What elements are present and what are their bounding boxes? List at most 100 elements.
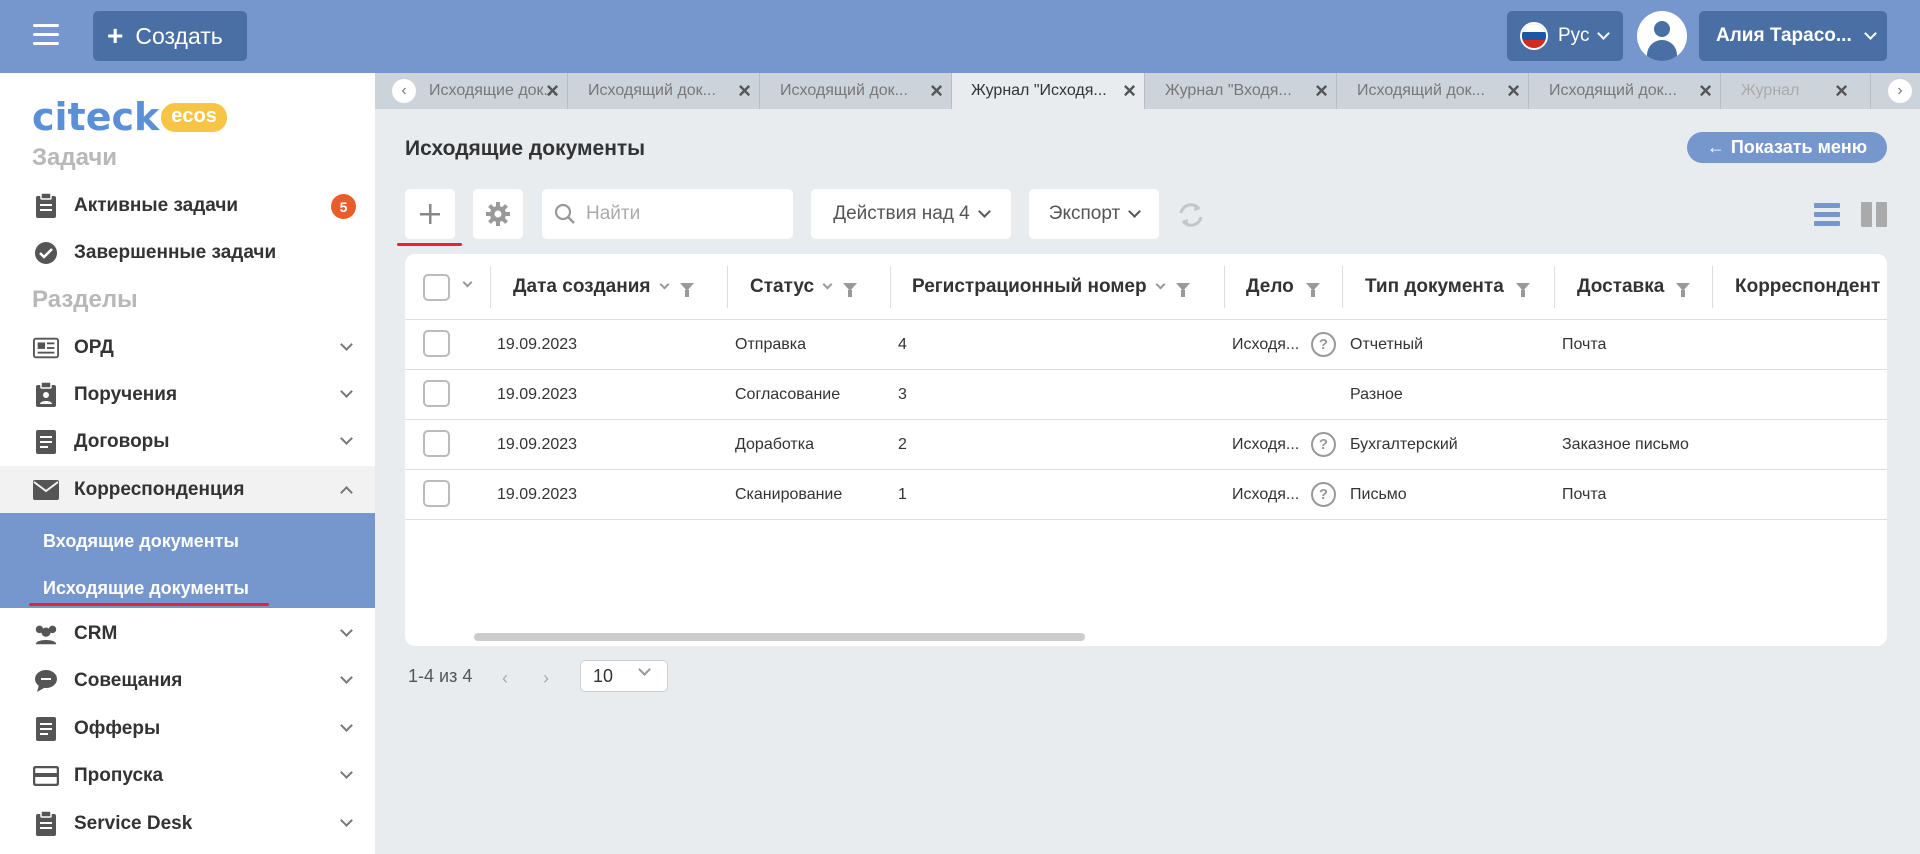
next-page-icon[interactable]: › [543, 668, 549, 689]
column-header-doc-type[interactable]: Тип документа [1365, 276, 1530, 298]
filter-icon[interactable] [843, 283, 858, 297]
row-checkbox[interactable] [423, 380, 450, 407]
sidebar-item-ord[interactable]: ОРД [0, 324, 375, 371]
sidebar-item-active-tasks[interactable]: Активные задачи 5 [0, 182, 375, 229]
active-underline [397, 243, 462, 246]
close-icon[interactable]: × [546, 80, 559, 102]
chevron-down-icon[interactable] [462, 277, 473, 288]
close-icon[interactable]: × [930, 80, 943, 102]
tab-item[interactable]: Исходящий док... × [568, 73, 760, 109]
horizontal-scrollbar[interactable] [474, 633, 1085, 641]
language-label: Рус [1558, 25, 1590, 46]
filter-icon[interactable] [1676, 283, 1691, 297]
sidebar-item-contracts[interactable]: Договоры [0, 418, 375, 465]
pagination-range: 1-4 из 4 [408, 666, 473, 686]
close-icon[interactable]: × [1507, 80, 1520, 102]
language-selector[interactable]: Рус [1507, 11, 1623, 61]
avatar[interactable] [1637, 11, 1687, 61]
sidebar-item-meetings[interactable]: Совещания [0, 657, 375, 704]
column-header-status[interactable]: Статус [750, 276, 858, 298]
sidebar-item-crm[interactable]: CRM [0, 610, 375, 657]
row-checkbox[interactable] [423, 480, 450, 507]
cell-status: Доработка [735, 436, 814, 453]
row-checkbox[interactable] [423, 330, 450, 357]
cell-date: 19.09.2023 [497, 386, 578, 403]
chevron-down-icon [822, 279, 833, 290]
arrow-left-icon: ← [1706, 137, 1725, 157]
tab-bar: Исходящие док... × Исходящий док... × Исхо… [375, 73, 1920, 109]
logo[interactable]: citeck ecos [32, 95, 227, 139]
sidebar-item-correspondence[interactable]: Корреспонденция [0, 466, 375, 513]
help-icon[interactable]: ? [1311, 432, 1336, 457]
column-header-label: Корреспондент [1735, 276, 1881, 297]
user-menu-button[interactable]: Алия Тарасо... [1699, 11, 1887, 61]
actions-dropdown[interactable]: Действия над 4 [811, 189, 1011, 239]
sidebar-item-completed-tasks[interactable]: Завершенные задачи [0, 229, 375, 276]
cell-doc-type: Письмо [1350, 486, 1407, 503]
cell-case: Исходя... [1232, 436, 1300, 453]
help-icon[interactable]: ? [1311, 332, 1336, 357]
column-separator [1224, 266, 1225, 308]
tab-item[interactable]: Исходящий док... × [1337, 73, 1529, 109]
settings-button[interactable] [473, 189, 523, 239]
menu-icon[interactable] [33, 24, 59, 46]
tab-item-active[interactable]: Журнал "Исходя... × [952, 73, 1145, 109]
refresh-icon[interactable] [1177, 201, 1205, 229]
top-bar: + Создать Рус Алия Тарасо... [0, 0, 1920, 73]
plus-icon [420, 204, 440, 224]
submenu-item-incoming[interactable]: Входящие документы [43, 531, 239, 552]
table-row[interactable]: 19.09.2023 Доработка 2 Исходя... ? Бухга… [405, 420, 1887, 470]
tabs-scroll-left-icon[interactable]: ‹ [392, 79, 416, 103]
column-header-reg-number[interactable]: Регистрационный номер [912, 276, 1190, 298]
add-record-button[interactable] [405, 189, 455, 239]
table-row[interactable]: 19.09.2023 Согласование 3 Разное [405, 370, 1887, 420]
close-icon[interactable]: × [1699, 80, 1712, 102]
show-menu-button[interactable]: ← Показать меню [1687, 132, 1887, 163]
table-row[interactable]: 19.09.2023 Отправка 4 Исходя... ? Отчетн… [405, 320, 1887, 370]
create-button[interactable]: + Создать [93, 11, 247, 61]
close-icon[interactable]: × [1315, 80, 1328, 102]
tab-item[interactable]: Исходящий док... × [760, 73, 952, 109]
close-icon[interactable]: × [738, 80, 751, 102]
tab-item[interactable]: Исходящий док... × [1529, 73, 1721, 109]
search-input[interactable] [586, 203, 776, 225]
sidebar-item-service-desk[interactable]: Service Desk [0, 800, 375, 847]
tab-label: Журнал "Входя... [1165, 82, 1292, 99]
filter-icon[interactable] [1515, 283, 1530, 297]
list-view-icon[interactable] [1814, 201, 1840, 227]
page-size-select[interactable]: 10 [580, 660, 668, 692]
table-row[interactable]: 19.09.2023 Сканирование 1 Исходя... ? Пи… [405, 470, 1887, 520]
sidebar-item-offers[interactable]: Офферы [0, 705, 375, 752]
sidebar-item-passes[interactable]: Пропуска [0, 752, 375, 799]
tab-item[interactable]: Журнал "Входя... × [1145, 73, 1337, 109]
filter-icon[interactable] [1305, 283, 1320, 297]
submenu-item-outgoing[interactable]: Исходящие документы [43, 578, 249, 599]
user-name: Алия Тарасо... [1716, 25, 1852, 46]
row-checkbox[interactable] [423, 430, 450, 457]
column-header-case[interactable]: Дело [1246, 276, 1320, 298]
column-header-created[interactable]: Дата создания [513, 276, 694, 298]
column-header-correspondent[interactable]: Корреспондент [1735, 276, 1887, 298]
help-icon[interactable]: ? [1311, 482, 1336, 507]
close-icon[interactable]: × [1123, 80, 1136, 102]
cell-delivery: Почта [1562, 486, 1607, 503]
tab-label: Исходящий док... [588, 82, 716, 99]
close-icon[interactable]: × [1835, 80, 1848, 102]
create-button-label: Создать [135, 22, 223, 49]
sidebar-item-assignments[interactable]: Поручения [0, 371, 375, 418]
prev-page-icon[interactable]: ‹ [502, 668, 508, 689]
export-dropdown[interactable]: Экспорт [1029, 189, 1159, 239]
column-separator [490, 266, 491, 308]
select-all-checkbox[interactable] [423, 274, 450, 301]
column-header-delivery[interactable]: Доставка [1577, 276, 1691, 298]
tabs-scroll-right-icon[interactable]: › [1888, 79, 1912, 103]
column-header-label: Доставка [1577, 276, 1665, 297]
documents-table: Дата создания Статус Регистрационный ном… [405, 254, 1887, 646]
sidebar-item-label: Договоры [74, 430, 170, 452]
filter-icon[interactable] [679, 283, 694, 297]
column-separator [890, 266, 891, 308]
filter-icon[interactable] [1175, 283, 1190, 297]
tab-item[interactable]: Журнал × [1721, 73, 1871, 109]
split-view-icon[interactable] [1861, 201, 1887, 227]
logo-text: citeck [32, 95, 160, 139]
